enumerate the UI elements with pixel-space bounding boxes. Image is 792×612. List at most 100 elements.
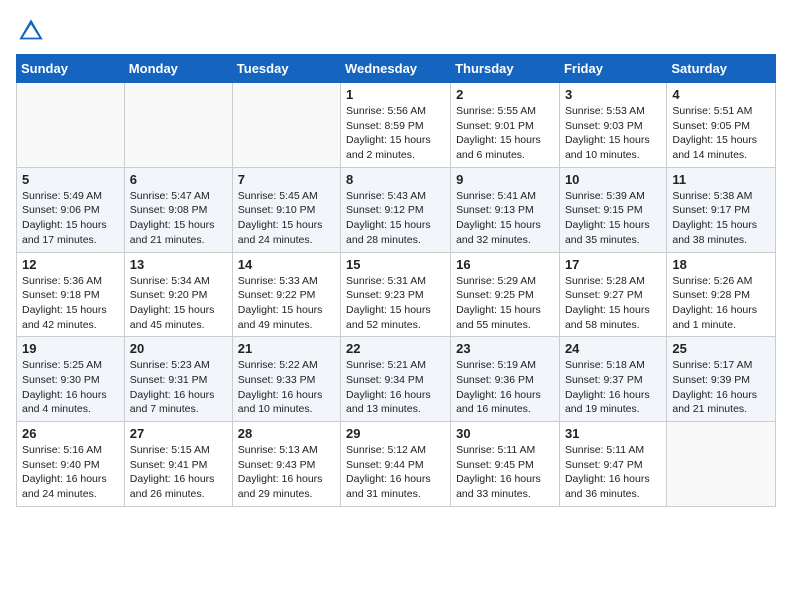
col-header-wednesday: Wednesday: [341, 55, 451, 83]
day-info: Sunrise: 5:41 AM Sunset: 9:13 PM Dayligh…: [456, 189, 554, 248]
day-number: 24: [565, 341, 661, 356]
day-info: Sunrise: 5:49 AM Sunset: 9:06 PM Dayligh…: [22, 189, 119, 248]
day-number: 28: [238, 426, 335, 441]
day-info: Sunrise: 5:29 AM Sunset: 9:25 PM Dayligh…: [456, 274, 554, 333]
week-row-2: 5 Sunrise: 5:49 AM Sunset: 9:06 PM Daylig…: [17, 167, 776, 252]
day-info: Sunrise: 5:16 AM Sunset: 9:40 PM Dayligh…: [22, 443, 119, 502]
day-info: Sunrise: 5:19 AM Sunset: 9:36 PM Dayligh…: [456, 358, 554, 417]
day-number: 20: [130, 341, 227, 356]
day-number: 16: [456, 257, 554, 272]
day-number: 15: [346, 257, 445, 272]
day-number: 13: [130, 257, 227, 272]
day-cell: 21 Sunrise: 5:22 AM Sunset: 9:33 PM Dayli…: [232, 337, 340, 422]
day-cell: 31 Sunrise: 5:11 AM Sunset: 9:47 PM Dayli…: [559, 422, 666, 507]
day-number: 8: [346, 172, 445, 187]
day-info: Sunrise: 5:38 AM Sunset: 9:17 PM Dayligh…: [672, 189, 770, 248]
day-number: 29: [346, 426, 445, 441]
day-number: 23: [456, 341, 554, 356]
day-cell: 29 Sunrise: 5:12 AM Sunset: 9:44 PM Dayli…: [341, 422, 451, 507]
day-info: Sunrise: 5:17 AM Sunset: 9:39 PM Dayligh…: [672, 358, 770, 417]
day-info: Sunrise: 5:39 AM Sunset: 9:15 PM Dayligh…: [565, 189, 661, 248]
day-info: Sunrise: 5:11 AM Sunset: 9:47 PM Dayligh…: [565, 443, 661, 502]
day-info: Sunrise: 5:51 AM Sunset: 9:05 PM Dayligh…: [672, 104, 770, 163]
day-number: 22: [346, 341, 445, 356]
day-number: 27: [130, 426, 227, 441]
day-cell: 11 Sunrise: 5:38 AM Sunset: 9:17 PM Dayli…: [667, 167, 776, 252]
logo-icon: [16, 16, 46, 46]
day-info: Sunrise: 5:12 AM Sunset: 9:44 PM Dayligh…: [346, 443, 445, 502]
col-header-thursday: Thursday: [451, 55, 560, 83]
day-number: 18: [672, 257, 770, 272]
col-header-monday: Monday: [124, 55, 232, 83]
day-info: Sunrise: 5:31 AM Sunset: 9:23 PM Dayligh…: [346, 274, 445, 333]
day-number: 30: [456, 426, 554, 441]
day-info: Sunrise: 5:45 AM Sunset: 9:10 PM Dayligh…: [238, 189, 335, 248]
day-info: Sunrise: 5:36 AM Sunset: 9:18 PM Dayligh…: [22, 274, 119, 333]
day-info: Sunrise: 5:15 AM Sunset: 9:41 PM Dayligh…: [130, 443, 227, 502]
day-number: 14: [238, 257, 335, 272]
col-header-friday: Friday: [559, 55, 666, 83]
day-number: 10: [565, 172, 661, 187]
day-number: 7: [238, 172, 335, 187]
week-row-3: 12 Sunrise: 5:36 AM Sunset: 9:18 PM Dayli…: [17, 252, 776, 337]
day-number: 21: [238, 341, 335, 356]
day-info: Sunrise: 5:43 AM Sunset: 9:12 PM Dayligh…: [346, 189, 445, 248]
day-number: 12: [22, 257, 119, 272]
day-cell: [124, 83, 232, 168]
day-number: 31: [565, 426, 661, 441]
day-cell: 12 Sunrise: 5:36 AM Sunset: 9:18 PM Dayli…: [17, 252, 125, 337]
day-cell: 7 Sunrise: 5:45 AM Sunset: 9:10 PM Daylig…: [232, 167, 340, 252]
day-cell: 16 Sunrise: 5:29 AM Sunset: 9:25 PM Dayli…: [451, 252, 560, 337]
day-cell: 1 Sunrise: 5:56 AM Sunset: 8:59 PM Daylig…: [341, 83, 451, 168]
day-number: 6: [130, 172, 227, 187]
day-cell: 6Sunrise: 5:47 AM Sunset: 9:08 PM Daylig…: [124, 167, 232, 252]
day-number: 11: [672, 172, 770, 187]
day-cell: 18 Sunrise: 5:26 AM Sunset: 9:28 PM Dayli…: [667, 252, 776, 337]
day-info: Sunrise: 5:26 AM Sunset: 9:28 PM Dayligh…: [672, 274, 770, 333]
day-cell: 23 Sunrise: 5:19 AM Sunset: 9:36 PM Dayli…: [451, 337, 560, 422]
day-cell: 22 Sunrise: 5:21 AM Sunset: 9:34 PM Dayli…: [341, 337, 451, 422]
day-info: Sunrise: 5:28 AM Sunset: 9:27 PM Dayligh…: [565, 274, 661, 333]
day-cell: 19Sunrise: 5:25 AM Sunset: 9:30 PM Dayli…: [17, 337, 125, 422]
day-cell: 17 Sunrise: 5:28 AM Sunset: 9:27 PM Dayli…: [559, 252, 666, 337]
col-header-sunday: Sunday: [17, 55, 125, 83]
day-number: 17: [565, 257, 661, 272]
day-cell: 28 Sunrise: 5:13 AM Sunset: 9:43 PM Dayli…: [232, 422, 340, 507]
day-info: Sunrise: 5:23 AM Sunset: 9:31 PM Dayligh…: [130, 358, 227, 417]
day-info: Sunrise: 5:21 AM Sunset: 9:34 PM Dayligh…: [346, 358, 445, 417]
day-info: Sunrise: 5:13 AM Sunset: 9:43 PM Dayligh…: [238, 443, 335, 502]
col-header-tuesday: Tuesday: [232, 55, 340, 83]
day-number: 9: [456, 172, 554, 187]
day-cell: 5 Sunrise: 5:49 AM Sunset: 9:06 PM Daylig…: [17, 167, 125, 252]
day-cell: [17, 83, 125, 168]
day-number: 5: [22, 172, 119, 187]
day-cell: 14Sunrise: 5:33 AM Sunset: 9:22 PM Dayli…: [232, 252, 340, 337]
day-info: Sunrise: 5:34 AM Sunset: 9:20 PM Dayligh…: [130, 274, 227, 333]
day-cell: [232, 83, 340, 168]
day-number: 3: [565, 87, 661, 102]
day-cell: 4 Sunrise: 5:51 AM Sunset: 9:05 PM Daylig…: [667, 83, 776, 168]
day-info: Sunrise: 5:22 AM Sunset: 9:33 PM Dayligh…: [238, 358, 335, 417]
day-cell: 30Sunrise: 5:11 AM Sunset: 9:45 PM Dayli…: [451, 422, 560, 507]
day-info: Sunrise: 5:18 AM Sunset: 9:37 PM Dayligh…: [565, 358, 661, 417]
day-cell: 8 Sunrise: 5:43 AM Sunset: 9:12 PM Daylig…: [341, 167, 451, 252]
day-cell: 27 Sunrise: 5:15 AM Sunset: 9:41 PM Dayli…: [124, 422, 232, 507]
day-number: 25: [672, 341, 770, 356]
day-info: Sunrise: 5:56 AM Sunset: 8:59 PM Dayligh…: [346, 104, 445, 163]
day-number: 19: [22, 341, 119, 356]
day-number: 1: [346, 87, 445, 102]
week-row-4: 19Sunrise: 5:25 AM Sunset: 9:30 PM Dayli…: [17, 337, 776, 422]
week-row-5: 26 Sunrise: 5:16 AM Sunset: 9:40 PM Dayli…: [17, 422, 776, 507]
day-info: Sunrise: 5:53 AM Sunset: 9:03 PM Dayligh…: [565, 104, 661, 163]
page-header: [16, 16, 776, 46]
day-cell: 26 Sunrise: 5:16 AM Sunset: 9:40 PM Dayli…: [17, 422, 125, 507]
day-cell: 25 Sunrise: 5:17 AM Sunset: 9:39 PM Dayli…: [667, 337, 776, 422]
logo: [16, 16, 50, 46]
day-cell: 9 Sunrise: 5:41 AM Sunset: 9:13 PM Daylig…: [451, 167, 560, 252]
header-row: SundayMondayTuesdayWednesdayThursdayFrid…: [17, 55, 776, 83]
day-number: 4: [672, 87, 770, 102]
day-cell: 15 Sunrise: 5:31 AM Sunset: 9:23 PM Dayli…: [341, 252, 451, 337]
day-cell: 24 Sunrise: 5:18 AM Sunset: 9:37 PM Dayli…: [559, 337, 666, 422]
day-number: 26: [22, 426, 119, 441]
day-info: Sunrise: 5:55 AM Sunset: 9:01 PM Dayligh…: [456, 104, 554, 163]
